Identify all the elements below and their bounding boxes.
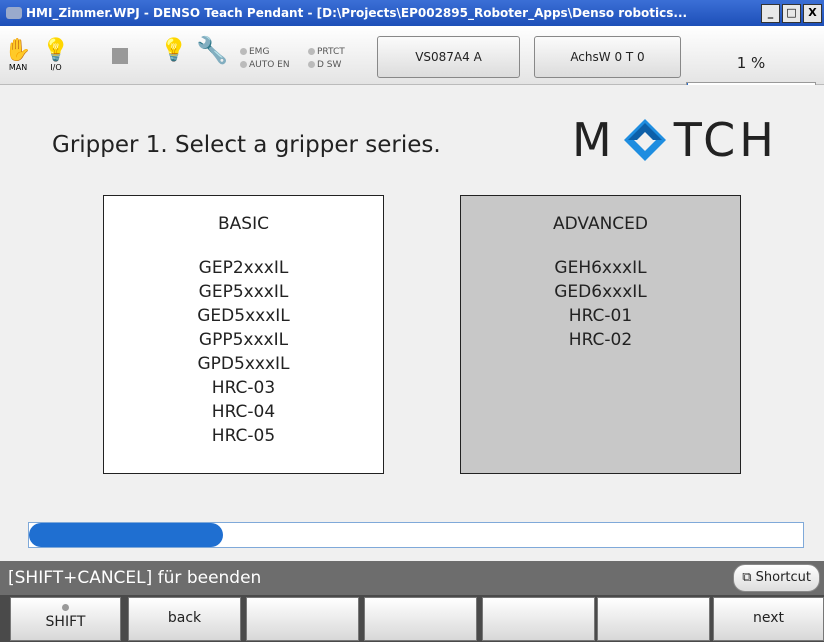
list-item: GED5xxxIL [197,306,290,326]
list-item: HRC-03 [211,378,276,398]
list-item: GPD5xxxIL [197,354,290,374]
shift-led-icon [62,604,69,611]
basic-panel-title: BASIC [218,214,269,234]
next-button[interactable]: next [713,597,824,641]
maximize-button[interactable]: □ [782,3,801,23]
list-item: HRC-01 [568,306,633,326]
man-label: MAN [8,63,28,72]
list-item: GEP2xxxIL [198,258,289,278]
basic-series-panel[interactable]: BASIC GEP2xxxIL GEP5xxxIL GED5xxxIL GPP5… [103,195,384,474]
list-item: HRC-02 [568,330,633,350]
io-bulb-icon[interactable]: 💡 I/O [42,38,70,74]
close-button[interactable]: X [803,3,822,23]
list-item: HRC-05 [211,426,276,446]
logo-text-right: TCH [673,113,778,167]
toolbar: ✋ MAN 💡 I/O 💡 🔧 EMG AUTO EN PRTCT D SW V… [0,26,824,90]
shortcut-button[interactable]: ⧉ Shortcut [733,564,820,592]
led-group-right: PRTCT D SW [308,46,345,72]
back-button[interactable]: back [128,597,241,641]
logo-text-left: M [572,113,616,167]
list-item: GPP5xxxIL [198,330,289,350]
speed-percent[interactable]: 1 % [686,54,816,72]
axis-select-button[interactable]: AchsW 0 T 0 [534,36,681,78]
shift-key[interactable]: SHIFT [10,597,121,641]
page-heading: Gripper 1. Select a gripper series. [52,132,441,158]
warning-bulb-icon[interactable]: 💡 [160,38,188,74]
stop-square-icon[interactable] [112,48,128,64]
list-item: GEH6xxxIL [554,258,647,278]
list-item: GEP5xxxIL [198,282,289,302]
progress-fill [29,523,223,547]
wrench-icon[interactable]: 🔧 [196,38,228,74]
app-icon [6,7,22,19]
shift-label: SHIFT [45,614,86,630]
logo-mark-icon [623,119,666,161]
dsw-led-icon [308,61,315,68]
io-label: I/O [50,63,62,72]
manual-mode-hand-icon[interactable]: ✋ MAN [4,38,32,74]
minimize-button[interactable]: _ [761,3,780,23]
advanced-panel-title: ADVANCED [552,214,648,234]
led-emg-label: EMG [249,47,270,57]
robot-select-button[interactable]: VS087A4 A [377,36,520,78]
prtct-led-icon [308,48,315,55]
function-key-4[interactable] [364,597,477,641]
window-title: HMI_Zimmer.WPJ - DENSO Teach Pendant - [… [26,6,688,20]
emg-led-icon [240,48,247,55]
list-item: GED6xxxIL [554,282,647,302]
function-key-bar: SHIFT back next [0,595,824,642]
led-prtct-label: PRTCT [317,47,345,57]
list-item: HRC-04 [211,402,276,422]
main-content: Gripper 1. Select a gripper series. M TC… [0,85,824,561]
led-group-left: EMG AUTO EN [240,46,290,72]
shortcut-icon: ⧉ [742,570,752,585]
function-key-3[interactable] [246,597,359,641]
wizard-progress-bar [28,522,804,548]
function-key-6[interactable] [597,597,710,641]
status-text: [SHIFT+CANCEL] für beenden [8,568,262,588]
shortcut-label: Shortcut [755,570,811,585]
window-titlebar: HMI_Zimmer.WPJ - DENSO Teach Pendant - [… [0,0,824,26]
led-dsw-label: D SW [317,60,342,70]
status-bar: [SHIFT+CANCEL] für beenden ⧉ Shortcut [0,561,824,595]
function-key-5[interactable] [482,597,595,641]
led-auto-en-label: AUTO EN [249,60,290,70]
advanced-series-panel[interactable]: ADVANCED GEH6xxxIL GED6xxxIL HRC-01 HRC-… [460,195,741,474]
auto-en-led-icon [240,61,247,68]
match-logo: M TCH [572,113,778,167]
